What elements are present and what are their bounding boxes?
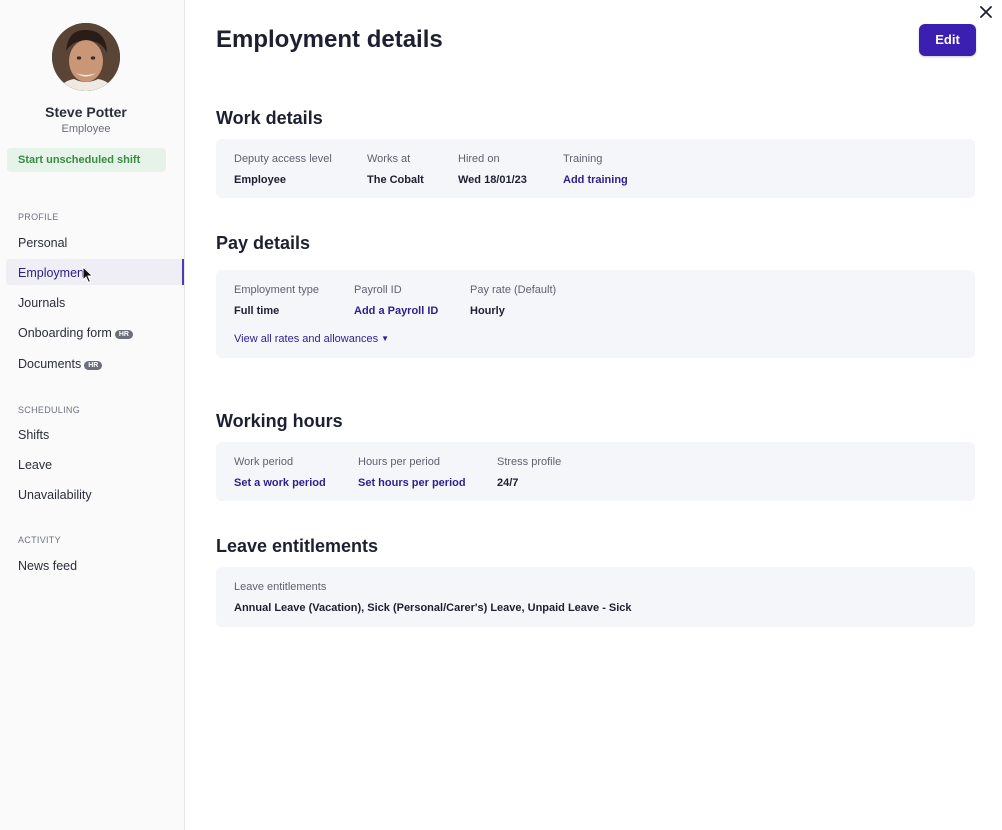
set-work-period-link[interactable]: Set a work period	[234, 477, 326, 489]
field-value: Employee	[234, 174, 286, 186]
field-access-level: Deputy access level Employee	[234, 153, 332, 186]
avatar	[52, 23, 120, 91]
leave-entitlements-card: Leave entitlements Annual Leave (Vacatio…	[216, 567, 975, 627]
field-stress-profile: Stress profile 24/7	[497, 456, 561, 489]
section-title-leave-entitlements: Leave entitlements	[216, 536, 379, 556]
mouse-cursor-icon	[82, 266, 94, 284]
sidebar-item-label: Unavailability	[18, 488, 92, 502]
field-label: Hired on	[458, 153, 500, 165]
field-training: Training Add training	[563, 153, 628, 186]
field-value: 24/7	[497, 477, 519, 489]
add-training-link[interactable]: Add training	[563, 174, 628, 186]
field-value: The Cobalt	[367, 174, 424, 186]
sidebar-item-personal[interactable]: Personal	[6, 229, 184, 255]
close-icon[interactable]	[978, 4, 994, 20]
section-title-pay-details: Pay details	[216, 233, 311, 253]
sidebar-item-label: Employment	[18, 266, 88, 280]
section-title-work-details: Work details	[216, 108, 323, 128]
section-title-working-hours: Working hours	[216, 411, 343, 431]
field-value: Hourly	[470, 305, 505, 317]
field-label: Hours per period	[358, 456, 440, 468]
sidebar-item-leave[interactable]: Leave	[6, 451, 184, 477]
field-hired-on: Hired on Wed 18/01/23	[458, 153, 527, 186]
sidebar-item-label: Personal	[18, 236, 68, 250]
add-payroll-id-link[interactable]: Add a Payroll ID	[354, 305, 438, 317]
field-label: Pay rate (Default)	[470, 284, 557, 296]
field-label: Employment type	[234, 284, 319, 296]
sidebar-item-label: News feed	[18, 559, 78, 573]
field-payroll-id: Payroll ID Add a Payroll ID	[354, 284, 438, 317]
sidebar-item-label: Onboarding form	[18, 326, 112, 340]
sidebar-item-journals[interactable]: Journals	[6, 289, 184, 315]
avatar-photo	[52, 23, 120, 91]
work-details-card: Deputy access level Employee Works at Th…	[216, 139, 975, 198]
sidebar-item-label: Leave	[18, 458, 53, 472]
sidebar-item-employment[interactable]: Employment	[6, 259, 184, 285]
sidebar: Steve Potter Employee Start unscheduled …	[0, 0, 185, 830]
page-title: Employment details	[216, 26, 443, 53]
sidebar-item-news-feed[interactable]: News feed	[6, 552, 184, 578]
section-label-scheduling: SCHEDULING	[18, 405, 81, 415]
field-pay-rate: Pay rate (Default) Hourly	[470, 284, 556, 317]
sidebar-item-label: Shifts	[18, 428, 50, 442]
sidebar-item-label: Journals	[18, 296, 66, 310]
sidebar-item-shifts[interactable]: Shifts	[6, 421, 184, 447]
field-leave-entitlements: Leave entitlements Annual Leave (Vacatio…	[234, 581, 632, 614]
view-all-rates-link[interactable]: View all rates and allowances ▼	[234, 333, 389, 345]
field-label: Work period	[234, 456, 294, 468]
sidebar-item-onboarding-form[interactable]: Onboarding form HR	[6, 319, 184, 345]
field-value: Full time	[234, 305, 280, 317]
sidebar-item-unavailability[interactable]: Unavailability	[6, 481, 184, 507]
field-label: Works at	[367, 153, 411, 165]
user-name: Steve Potter	[45, 104, 127, 120]
field-label: Leave entitlements	[234, 581, 327, 593]
field-hours-per-period: Hours per period Set hours per period	[358, 456, 466, 489]
sidebar-item-label: Documents	[18, 357, 82, 371]
set-hours-per-period-link[interactable]: Set hours per period	[358, 477, 466, 489]
working-hours-card: Work period Set a work period Hours per …	[216, 442, 975, 501]
field-works-at: Works at The Cobalt	[367, 153, 424, 186]
field-label: Stress profile	[497, 456, 562, 468]
edit-button[interactable]: Edit	[919, 24, 976, 56]
field-label: Payroll ID	[354, 284, 402, 296]
field-work-period: Work period Set a work period	[234, 456, 326, 489]
field-label: Deputy access level	[234, 153, 332, 165]
section-label-profile: PROFILE	[18, 212, 59, 222]
user-role: Employee	[61, 123, 111, 135]
field-value: Wed 18/01/23	[458, 174, 527, 186]
view-all-rates-label: View all rates and allowances	[234, 333, 379, 345]
field-value: Annual Leave (Vacation), Sick (Personal/…	[234, 602, 632, 614]
sidebar-item-documents[interactable]: Documents HR	[6, 350, 184, 376]
chevron-down-icon: ▼	[381, 334, 390, 343]
pay-details-card: Employment type Full time Payroll ID Add…	[216, 270, 975, 358]
start-unscheduled-shift-button[interactable]: Start unscheduled shift	[7, 148, 166, 172]
section-label-activity: ACTIVITY	[18, 535, 61, 545]
field-employment-type: Employment type Full time	[234, 284, 319, 317]
field-label: Training	[563, 153, 603, 165]
hr-badge: HR	[84, 361, 103, 370]
hr-badge: HR	[114, 330, 133, 339]
